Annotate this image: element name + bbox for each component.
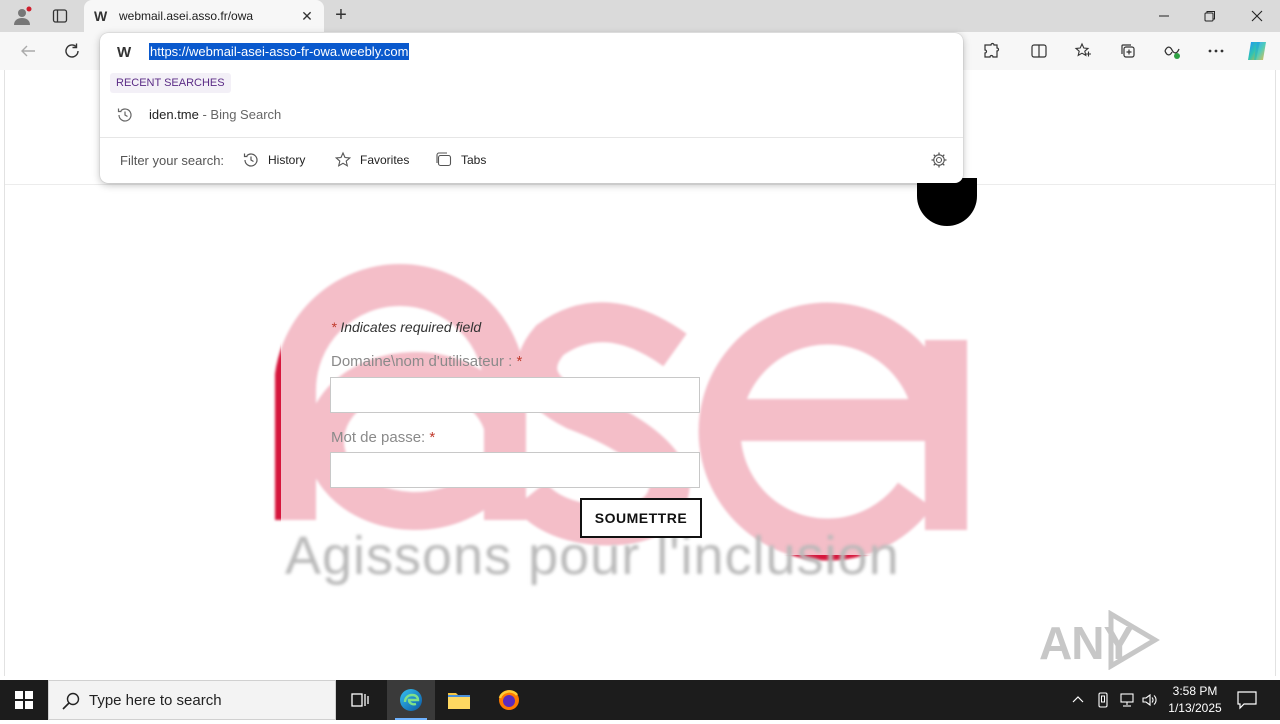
windows-logo-icon (15, 691, 33, 709)
gear-icon[interactable] (930, 151, 948, 169)
tray-device-icon[interactable] (1093, 690, 1113, 710)
windows-taskbar: Type here to search 3:58 PM 1/13/2025 (0, 680, 1280, 720)
svg-text:W: W (117, 44, 132, 61)
profile-icon[interactable] (10, 4, 34, 28)
username-input[interactable] (330, 377, 700, 413)
favorites-icon[interactable] (1071, 39, 1095, 63)
close-window-button[interactable] (1234, 0, 1280, 32)
dropdown-divider (100, 137, 963, 138)
browser-essentials-icon[interactable] (1160, 39, 1184, 63)
taskbar-explorer-button[interactable] (435, 680, 483, 720)
task-view-button[interactable] (336, 680, 384, 720)
filter-label: Filter your search: (120, 153, 225, 168)
filter-favorites-button[interactable]: Favorites (334, 149, 409, 171)
password-label: Mot de passe: * (331, 429, 435, 446)
filter-history-label: History (268, 153, 306, 167)
history-clock-icon (243, 153, 258, 167)
svg-text:W: W (94, 8, 108, 24)
required-star: * (516, 353, 523, 370)
split-screen-icon[interactable] (1027, 39, 1051, 63)
required-field-note: * Indicates required field (331, 319, 481, 335)
star-icon (334, 151, 352, 167)
search-icon (62, 692, 80, 710)
copilot-icon[interactable] (1245, 39, 1269, 63)
header-divider (5, 184, 1275, 185)
username-label: Domaine\nom d'utilisateur : * (331, 353, 522, 370)
taskbar-clock-time[interactable]: 3:58 PM (1160, 684, 1230, 698)
refresh-icon[interactable] (60, 39, 84, 63)
password-input[interactable] (330, 452, 700, 488)
back-icon[interactable] (16, 39, 40, 63)
collections-icon[interactable] (1116, 39, 1140, 63)
recent-search-query: iden.tme (149, 107, 199, 122)
recent-search-text: iden.tme - Bing Search (149, 107, 281, 122)
recent-search-item[interactable]: iden.tme - Bing Search (100, 101, 963, 129)
taskbar-search-box[interactable]: Type here to search (48, 680, 336, 720)
tray-volume-icon[interactable] (1140, 690, 1160, 710)
anyrun-watermark: ANY RUN (1039, 608, 1239, 723)
firefox-icon (498, 690, 519, 710)
submit-button[interactable]: SOUMETTRE (580, 498, 702, 538)
more-options-icon[interactable] (1204, 39, 1228, 63)
restore-button[interactable] (1187, 0, 1233, 32)
required-star: * (429, 429, 436, 446)
filter-tabs-button[interactable]: Tabs (435, 149, 486, 171)
tabs-icon (436, 152, 452, 167)
tab-close-button[interactable]: ✕ (298, 7, 316, 25)
filter-favorites-label: Favorites (360, 153, 410, 167)
address-bar-input[interactable]: https://webmail-asei-asso-fr-owa.weebly.… (149, 43, 410, 60)
taskbar-firefox-button[interactable] (485, 680, 533, 720)
required-note-text: Indicates required field (336, 319, 482, 335)
extensions-icon[interactable] (979, 39, 1003, 63)
recent-searches-heading: RECENT SEARCHES (110, 73, 231, 93)
folder-icon (448, 693, 470, 709)
tab-active[interactable]: W webmail.asei.asso.fr/owa ✕ (84, 0, 324, 32)
start-button[interactable] (0, 680, 48, 720)
new-tab-button[interactable]: + (330, 4, 352, 26)
tray-chevron-up-icon[interactable] (1068, 690, 1088, 710)
tab-actions-icon[interactable] (48, 4, 72, 28)
notification-icon[interactable] (1236, 690, 1258, 710)
weebly-favicon-icon: W (94, 8, 108, 24)
address-bar-dropdown: W https://webmail-asei-asso-fr-owa.weebl… (100, 33, 963, 183)
taskbar-clock-date[interactable]: 1/13/2025 (1160, 701, 1230, 715)
password-label-text: Mot de passe: (331, 429, 430, 446)
recent-search-engine: - Bing Search (198, 107, 282, 122)
task-view-icon (351, 693, 369, 707)
username-label-text: Domaine\nom d'utilisateur : (331, 353, 517, 370)
filter-history-button[interactable]: History (242, 149, 305, 171)
taskbar-search-placeholder: Type here to search (89, 692, 222, 709)
tray-network-icon[interactable] (1117, 690, 1137, 710)
tab-strip: W webmail.asei.asso.fr/owa ✕ + (0, 0, 1280, 32)
tab-title: webmail.asei.asso.fr/owa (119, 9, 254, 23)
history-clock-icon (117, 108, 132, 122)
taskbar-edge-button[interactable] (387, 680, 435, 720)
minimize-button[interactable] (1141, 0, 1187, 32)
weebly-favicon-icon: W (117, 44, 132, 61)
edge-icon (400, 689, 422, 711)
filter-tabs-label: Tabs (461, 153, 487, 167)
